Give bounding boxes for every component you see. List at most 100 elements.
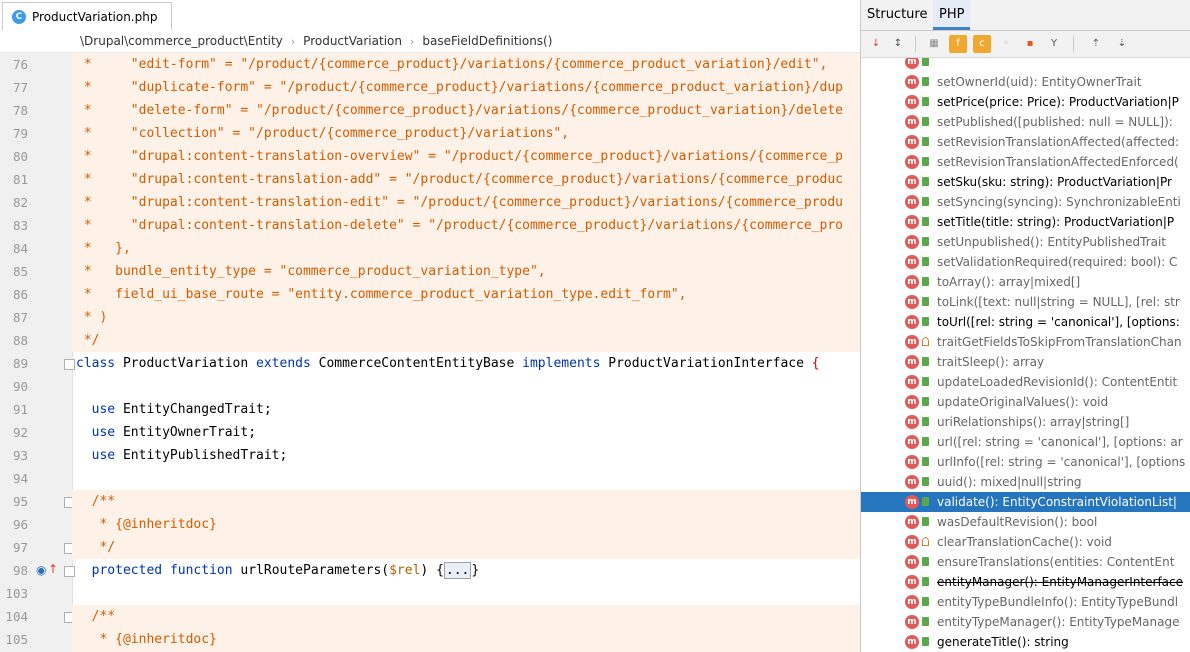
code-line[interactable]: */: [72, 536, 860, 559]
code-line[interactable]: * bundle_entity_type = "commerce_product…: [72, 260, 860, 283]
code-line[interactable]: class ProductVariation extends CommerceC…: [72, 352, 860, 375]
structure-item-label: toUrl([rel: string = 'canonical'], [opti…: [937, 315, 1180, 329]
structure-item[interactable]: m setValidationRequired(required: bool): …: [861, 252, 1190, 272]
show-inherited-icon[interactable]: ▦: [925, 35, 943, 53]
code-line[interactable]: * "drupal:content-translation-overview" …: [72, 145, 860, 168]
code-line[interactable]: use EntityOwnerTrait;: [72, 421, 860, 444]
structure-list[interactable]: m m setOwnerId(uid): EntityOwnerTrait m setP…: [861, 58, 1190, 652]
structure-item-label: setPrice(price: Price): ProductVariation…: [937, 95, 1179, 109]
code-text: protected function urlRouteParameters($r…: [76, 559, 479, 582]
code-line[interactable]: * field_ui_base_route = "entity.commerce…: [72, 283, 860, 306]
public-visibility-icon: [922, 357, 929, 366]
group-by-icon[interactable]: Y: [1045, 35, 1063, 53]
structure-item[interactable]: m entityTypeManager(): EntityTypeManage: [861, 612, 1190, 632]
code-line[interactable]: protected function urlRouteParameters($r…: [72, 559, 860, 582]
line-gutter[interactable]: 76 77 78 79 80 81 82 83 84 85 86 87 88 89 90 91 92 93 94 95…: [0, 53, 75, 652]
public-visibility-icon: [922, 58, 929, 66]
show-constants-icon[interactable]: c: [973, 35, 991, 53]
structure-item-label: setUnpublished(): EntityPublishedTrait: [937, 235, 1167, 249]
code-text: class ProductVariation extends CommerceC…: [76, 352, 820, 375]
structure-item[interactable]: m clearTranslationCache(): void: [861, 532, 1190, 552]
collapse-all-icon[interactable]: ⇣: [1113, 35, 1131, 53]
code-line[interactable]: * "delete-form" = "/product/{commerce_pr…: [72, 99, 860, 122]
structure-item[interactable]: m entityManager(): EntityManagerInterface: [861, 572, 1190, 592]
code-line[interactable]: * {@inheritdoc}: [72, 513, 860, 536]
code-line[interactable]: [72, 582, 860, 605]
code-line[interactable]: * ): [72, 306, 860, 329]
line-number: 78: [12, 103, 28, 118]
public-visibility-icon: [922, 77, 929, 86]
structure-item[interactable]: m traitSleep(): array: [861, 352, 1190, 372]
structure-item-label: setRevisionTranslationAffected(affected:: [937, 135, 1180, 149]
code-line[interactable]: [72, 467, 860, 490]
public-visibility-icon: [922, 197, 929, 206]
structure-item[interactable]: m setOwnerId(uid): EntityOwnerTrait: [861, 72, 1190, 92]
structure-item[interactable]: m url([rel: string = 'canonical'], [optio…: [861, 432, 1190, 452]
breadcrumb-namespace[interactable]: \Drupal\commerce_product\Entity: [80, 34, 283, 48]
code-line[interactable]: /**: [72, 605, 860, 628]
structure-item[interactable]: m setPublished([published: null = NULL]):: [861, 112, 1190, 132]
structure-item[interactable]: m entityTypeBundleInfo(): EntityTypeBundl: [861, 592, 1190, 612]
structure-panel: Structure PHP ↓ ↕ ▦ f c ◦ ▪ Y ⇡ ⇣ m m setO…: [860, 0, 1190, 652]
method-icon: m: [905, 315, 919, 329]
structure-item[interactable]: m updateLoadedRevisionId(): ContentEntit: [861, 372, 1190, 392]
code-line[interactable]: */: [72, 329, 860, 352]
doc-comment-text: * {@inheritdoc}: [76, 517, 217, 532]
code-line[interactable]: use EntityChangedTrait;: [72, 398, 860, 421]
show-private-icon[interactable]: ▪: [1021, 35, 1039, 53]
code-line[interactable]: * "drupal:content-translation-delete" = …: [72, 214, 860, 237]
structure-item[interactable]: m updateOriginalValues(): void: [861, 392, 1190, 412]
structure-item-label: toArray(): array|mixed[]: [937, 275, 1081, 289]
breadcrumb-class[interactable]: ProductVariation: [303, 34, 402, 48]
code-line[interactable]: * },: [72, 237, 860, 260]
breadcrumb-method[interactable]: baseFieldDefinitions(): [422, 34, 552, 48]
overrides-method-icon[interactable]: ↑: [48, 562, 58, 576]
keyword-token: function: [169, 563, 233, 578]
expand-all-icon[interactable]: ⇡: [1087, 35, 1105, 53]
structure-item-label: uuid(): mixed|null|string: [937, 475, 1082, 489]
structure-item[interactable]: m uuid(): mixed|null|string: [861, 472, 1190, 492]
tab-php[interactable]: PHP: [933, 0, 971, 30]
structure-item[interactable]: m ensureTranslations(entities: ContentEnt: [861, 552, 1190, 572]
structure-item[interactable]: m uriRelationships(): array|string[]: [861, 412, 1190, 432]
code-line[interactable]: use EntityPublishedTrait;: [72, 444, 860, 467]
show-non-public-icon[interactable]: ◦: [997, 35, 1015, 53]
structure-item[interactable]: m urlInfo([rel: string = 'canonical'], [o…: [861, 452, 1190, 472]
structure-item[interactable]: m setPrice(price: Price): ProductVariatio…: [861, 92, 1190, 112]
code-line[interactable]: [72, 375, 860, 398]
code-line[interactable]: * "duplicate-form" = "/product/{commerce…: [72, 76, 860, 99]
doc-comment-text: * "collection" = "/product/{commerce_pro…: [76, 126, 570, 141]
tab-structure[interactable]: Structure: [861, 0, 933, 30]
editor[interactable]: C ProductVariation.php \Drupal\commerce_…: [0, 0, 860, 652]
editor-tab-bar: C ProductVariation.php: [0, 0, 860, 31]
structure-item[interactable]: m generateTitle(): string: [861, 632, 1190, 652]
structure-item-label: entityTypeManager(): EntityTypeManage: [937, 615, 1180, 629]
structure-item-label: uriRelationships(): array|string[]: [937, 415, 1130, 429]
structure-item[interactable]: m wasDefaultRevision(): bool: [861, 512, 1190, 532]
structure-item[interactable]: m setUnpublished(): EntityPublishedTrait: [861, 232, 1190, 252]
code-area[interactable]: * "edit-form" = "/product/{commerce_prod…: [72, 53, 860, 652]
tab-product-variation[interactable]: C ProductVariation.php: [2, 2, 172, 30]
code-line[interactable]: * "drupal:content-translation-add" = "/p…: [72, 168, 860, 191]
structure-item[interactable]: m: [861, 58, 1190, 72]
structure-item[interactable]: m setRevisionTranslationAffectedEnforced(: [861, 152, 1190, 172]
sort-by-visibility-icon[interactable]: ↓: [867, 35, 885, 53]
structure-item[interactable]: m traitGetFieldsToSkipFromTranslationChan: [861, 332, 1190, 352]
structure-item[interactable]: m setTitle(title: string): ProductVariati…: [861, 212, 1190, 232]
method-icon: m: [905, 395, 919, 409]
structure-item[interactable]: m toLink([text: null|string = NULL], [rel…: [861, 292, 1190, 312]
code-line[interactable]: * "drupal:content-translation-edit" = "/…: [72, 191, 860, 214]
code-text: use EntityPublishedTrait;: [76, 444, 288, 467]
structure-item[interactable]: m validate(): EntityConstraintViolationLi…: [861, 492, 1190, 512]
structure-item[interactable]: m setSku(sku: string): ProductVariation|P…: [861, 172, 1190, 192]
code-line[interactable]: * "collection" = "/product/{commerce_pro…: [72, 122, 860, 145]
structure-item[interactable]: m setSyncing(syncing): SynchronizableEnti: [861, 192, 1190, 212]
sort-alphabetically-icon[interactable]: ↕: [889, 35, 907, 53]
structure-item[interactable]: m setRevisionTranslationAffected(affected…: [861, 132, 1190, 152]
structure-item[interactable]: m toUrl([rel: string = 'canonical'], [opt…: [861, 312, 1190, 332]
code-line[interactable]: /**: [72, 490, 860, 513]
structure-item[interactable]: m toArray(): array|mixed[]: [861, 272, 1190, 292]
code-line[interactable]: * "edit-form" = "/product/{commerce_prod…: [72, 53, 860, 76]
show-fields-icon[interactable]: f: [949, 35, 967, 53]
code-line[interactable]: * {@inheritdoc}: [72, 628, 860, 651]
